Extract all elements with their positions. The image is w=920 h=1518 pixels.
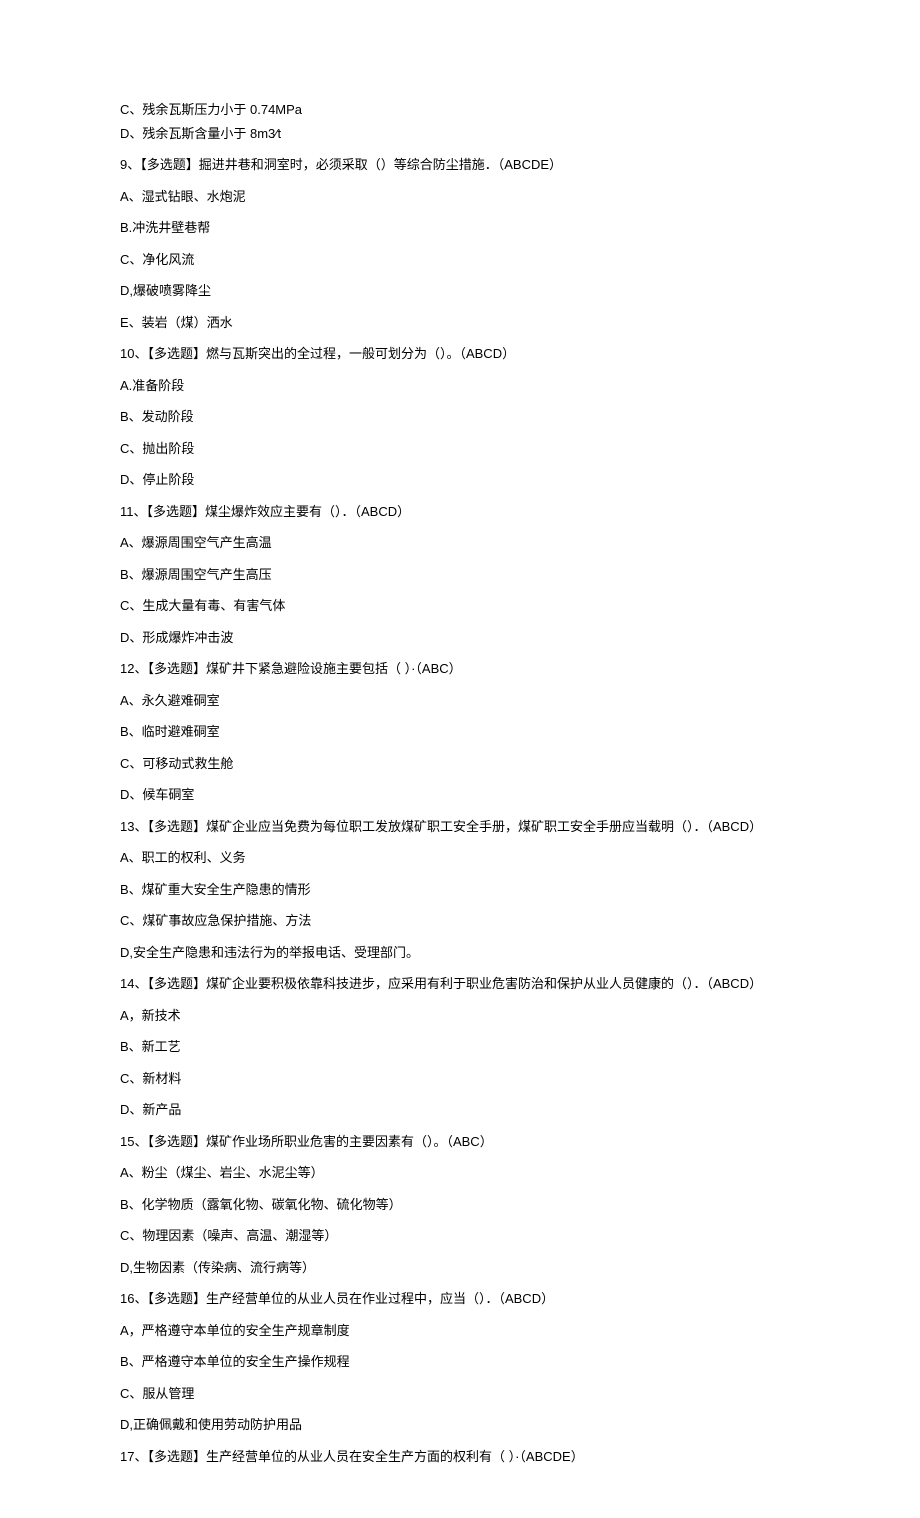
text-line: 10、【多选题】燃与瓦斯突出的全过程，一般可划分为（）。（ABCD） <box>120 344 800 364</box>
text-line: A.准备阶段 <box>120 376 800 396</box>
text-line: E、装岩（煤）洒水 <box>120 313 800 333</box>
text-line: A、永久避难硐室 <box>120 691 800 711</box>
text-line: D,生物因素（传染病、流行病等） <box>120 1258 800 1278</box>
text-line: A、粉尘（煤尘、岩尘、水泥尘等） <box>120 1163 800 1183</box>
text-line: D、候车硐室 <box>120 785 800 805</box>
text-line: 12、【多选题】煤矿井下紧急避险设施主要包括（ ）·（ABC） <box>120 659 800 679</box>
text-line: D、新产品 <box>120 1100 800 1120</box>
text-line: A，严格遵守本单位的安全生产规章制度 <box>120 1321 800 1341</box>
text-line: B、严格遵守本单位的安全生产操作规程 <box>120 1352 800 1372</box>
text-line: B、化学物质（露氧化物、碳氧化物、硫化物等） <box>120 1195 800 1215</box>
text-line: 15、【多选题】煤矿作业场所职业危害的主要因素有（）。（ABC） <box>120 1132 800 1152</box>
text-line: A、职工的权利、义务 <box>120 848 800 868</box>
text-line: D,安全生产隐患和违法行为的举报电话、受理部门。 <box>120 943 800 963</box>
text-line: D、残余瓦斯含量小于 8m3⁄t <box>120 124 800 144</box>
text-line: B.冲洗井壁巷帮 <box>120 218 800 238</box>
text-line: B、发动阶段 <box>120 407 800 427</box>
text-line: C、新材料 <box>120 1069 800 1089</box>
text-line: 13、【多选题】煤矿企业应当免费为每位职工发放煤矿职工安全手册，煤矿职工安全手册… <box>120 817 800 837</box>
text-line: 11、【多选题】煤尘爆炸效应主要有（）．（ABCD） <box>120 502 800 522</box>
text-line: D、形成爆炸冲击波 <box>120 628 800 648</box>
text-line: B、爆源周围空气产生高压 <box>120 565 800 585</box>
text-line: D,正确佩戴和使用劳动防护用品 <box>120 1415 800 1435</box>
text-line: A、爆源周围空气产生高温 <box>120 533 800 553</box>
text-line: B、煤矿重大安全生产隐患的情形 <box>120 880 800 900</box>
text-line: C、净化风流 <box>120 250 800 270</box>
text-line: A、湿式钻眼、水炮泥 <box>120 187 800 207</box>
text-line: D,爆破喷雾降尘 <box>120 281 800 301</box>
text-line: 17、【多选题】生产经营单位的从业人员在安全生产方面的权利有（ ）·（ABCDE… <box>120 1447 800 1467</box>
document-body: C、残余瓦斯压力小于 0.74MPa D、残余瓦斯含量小于 8m3⁄t 9、【多选题… <box>120 100 800 1466</box>
text-line: C、物理因素（噪声、高温、潮湿等） <box>120 1226 800 1246</box>
text-line: C、生成大量有毒、有害气体 <box>120 596 800 616</box>
text-line: 16、【多选题】生产经营单位的从业人员在作业过程中，应当（）．（ABCD） <box>120 1289 800 1309</box>
text-line: C、服从管理 <box>120 1384 800 1404</box>
text-line: B、新工艺 <box>120 1037 800 1057</box>
text-line: C、煤矿事故应急保护措施、方法 <box>120 911 800 931</box>
text-line: D、停止阶段 <box>120 470 800 490</box>
text-line: 9、【多选题】掘进井巷和洞室时，必须采取（）等综合防尘措施．（ABCDE） <box>120 155 800 175</box>
text-line: C、残余瓦斯压力小于 0.74MPa <box>120 100 800 120</box>
text-line: B、临时避难硐室 <box>120 722 800 742</box>
text-line: A，新技术 <box>120 1006 800 1026</box>
text-line: 14、【多选题】煤矿企业要积极依靠科技进步，应采用有利于职业危害防治和保护从业人… <box>120 974 800 994</box>
text-line: C、抛出阶段 <box>120 439 800 459</box>
text-line: C、可移动式救生舱 <box>120 754 800 774</box>
